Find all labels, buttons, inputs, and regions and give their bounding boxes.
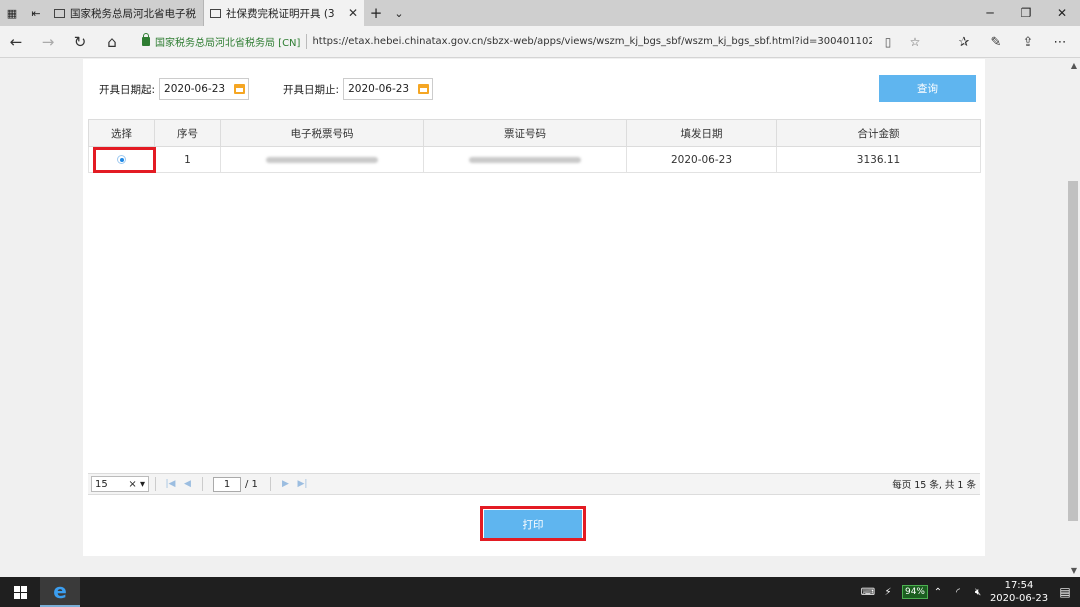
column-header: 填发日期 (626, 119, 777, 147)
new-tab-icon[interactable]: + (364, 0, 388, 26)
total-pages: / 1 (245, 478, 258, 490)
edge-browser-icon[interactable]: e (40, 577, 80, 607)
start-date-value: 2020-06-23 (164, 83, 226, 95)
power-plug-icon[interactable]: ⚡ (878, 587, 898, 598)
windows-taskbar: e ⌨ ⚡ 94% ⌃ ◜ 🔇︎ 17:54 2020-06-23 ▤ (0, 577, 1080, 607)
favorite-star-icon[interactable]: ☆ (904, 35, 926, 49)
clock[interactable]: 17:54 2020-06-23 (988, 579, 1050, 605)
issue-date-cell: 2020-06-23 (626, 146, 777, 173)
column-header: 序号 (154, 119, 221, 147)
calendar-icon[interactable] (418, 84, 430, 94)
system-tray: ⌨ ⚡ 94% ⌃ ◜ 🔇︎ 17:54 2020-06-23 ▤ (858, 577, 1080, 607)
scroll-up-icon[interactable]: ▲ (1071, 61, 1077, 70)
pagination-summary: 每页 15 条, 共 1 条 (892, 480, 976, 491)
page-size-select[interactable]: 15 × ▾ (91, 476, 149, 492)
wifi-icon[interactable]: ◜ (948, 587, 968, 598)
last-page-icon[interactable]: ▶| (294, 479, 311, 489)
address-bar: ← → ↻ ⌂ 国家税务总局河北省税务局 [CN] https://etax.h… (0, 26, 1080, 58)
start-button[interactable] (0, 577, 40, 607)
tab-title: 社保费完税证明开具 (3 (226, 7, 335, 20)
amount-cell: 3136.11 (776, 146, 981, 173)
table-row[interactable]: 1 2020-06-23 3136.11 (88, 146, 981, 173)
home-icon[interactable]: ⌂ (96, 33, 128, 51)
clock-time: 17:54 (1004, 580, 1034, 591)
page-size-value: 15 (95, 478, 108, 490)
content-panel: 开具日期起: 2020-06-23 开具日期止: 2020-06-23 查询 选… (83, 59, 985, 556)
pagination-bar: 15 × ▾ |◀ ◀ 1 / 1 ▶ ▶| 每页 15 条, 共 1 条 (88, 473, 980, 495)
date-filter-bar: 开具日期起: 2020-06-23 开具日期止: 2020-06-23 (99, 78, 434, 100)
page-scrollbar[interactable]: ▲ ▼ (1066, 59, 1080, 577)
end-date-value: 2020-06-23 (348, 83, 410, 95)
page-number-input[interactable]: 1 (213, 476, 241, 492)
page-icon (210, 8, 221, 18)
tab-etax-home[interactable]: 国家税务总局河北省电子税 (48, 0, 204, 26)
lock-icon[interactable] (142, 33, 150, 46)
close-window-icon[interactable]: ✕ (1044, 0, 1080, 26)
column-header: 票证号码 (423, 119, 627, 147)
restore-icon[interactable]: ❐ (1008, 0, 1044, 26)
clock-date: 2020-06-23 (989, 593, 1049, 604)
column-header: 选择 (88, 119, 155, 147)
column-header: 电子税票号码 (220, 119, 424, 147)
reading-view-icon[interactable]: ▯ (877, 35, 899, 49)
site-identity[interactable]: 国家税务总局河北省税务局 [CN] (155, 34, 308, 49)
more-menu-icon[interactable]: ⋯ (1044, 35, 1076, 50)
scrollbar-thumb[interactable] (1068, 181, 1078, 521)
column-header: 合计金额 (776, 119, 981, 147)
query-button[interactable]: 查询 (879, 75, 976, 102)
windows-logo-icon (13, 585, 27, 599)
notes-icon[interactable]: ✎ (980, 35, 1012, 50)
show-hidden-icons-chevron-icon[interactable]: ⌃ (928, 587, 948, 598)
forward-icon[interactable]: → (32, 33, 64, 51)
page-icon (54, 8, 65, 18)
certificate-number-cell (423, 146, 627, 173)
previous-page-icon[interactable]: ◀ (179, 479, 196, 489)
next-page-icon[interactable]: ▶ (277, 479, 294, 489)
scroll-down-icon[interactable]: ▼ (1071, 566, 1077, 575)
clear-and-dropdown-icon[interactable]: × ▾ (128, 479, 145, 490)
select-cell[interactable] (88, 146, 156, 173)
keyboard-icon[interactable]: ⌨ (858, 587, 878, 598)
window-controls: ─ ❐ ✕ (972, 0, 1080, 26)
share-icon[interactable]: ⇪ (1012, 35, 1044, 50)
page-viewport: 开具日期起: 2020-06-23 开具日期止: 2020-06-23 查询 选… (0, 59, 1080, 577)
notification-center-icon[interactable]: ▤ (1050, 585, 1080, 599)
chevron-down-icon[interactable]: ⌄ (388, 0, 410, 26)
back-icon[interactable]: ← (0, 33, 32, 51)
close-tab-icon[interactable]: ✕ (348, 6, 358, 20)
calendar-icon[interactable] (234, 84, 246, 94)
volume-muted-icon[interactable]: 🔇︎ (968, 587, 988, 598)
refresh-icon[interactable]: ↻ (64, 33, 96, 51)
start-date-label: 开具日期起: (99, 83, 156, 96)
highlight-box (480, 506, 586, 541)
redacted-value (469, 156, 581, 163)
url-text[interactable]: https://etax.hebei.chinatax.gov.cn/sbzx-… (312, 36, 872, 47)
end-date-label: 开具日期止: (283, 83, 340, 96)
row-index: 1 (154, 146, 221, 173)
set-aside-tabs-icon[interactable]: ⇤ (24, 0, 48, 26)
redacted-value (266, 156, 378, 163)
highlight-box (93, 147, 156, 173)
tab-manager-icon[interactable]: ▦ (0, 0, 24, 26)
minimize-icon[interactable]: ─ (972, 0, 1008, 26)
tab-social-security-cert[interactable]: 社保费完税证明开具 (3 ✕ (204, 0, 364, 26)
tab-title: 国家税务总局河北省电子税 (70, 7, 196, 20)
table-header-row: 选择 序号 电子税票号码 票证号码 填发日期 合计金额 (88, 119, 981, 147)
browser-toolbar: ✰ ✎ ⇪ ⋯ (948, 26, 1076, 58)
url-field[interactable]: 国家税务总局河北省税务局 [CN] https://etax.hebei.chi… (136, 31, 926, 53)
favorites-hub-icon[interactable]: ✰ (948, 35, 980, 50)
certificate-table: 选择 序号 电子税票号码 票证号码 填发日期 合计金额 1 2020-06-23… (88, 119, 981, 173)
ticket-number-cell (220, 146, 424, 173)
battery-indicator[interactable]: 94% (901, 585, 928, 599)
first-page-icon[interactable]: |◀ (162, 479, 179, 489)
tab-bar: ▦ ⇤ 国家税务总局河北省电子税 社保费完税证明开具 (3 ✕ + ⌄ ─ ❐ … (0, 0, 1080, 26)
start-date-input[interactable]: 2020-06-23 (159, 78, 250, 100)
end-date-input[interactable]: 2020-06-23 (343, 78, 434, 100)
